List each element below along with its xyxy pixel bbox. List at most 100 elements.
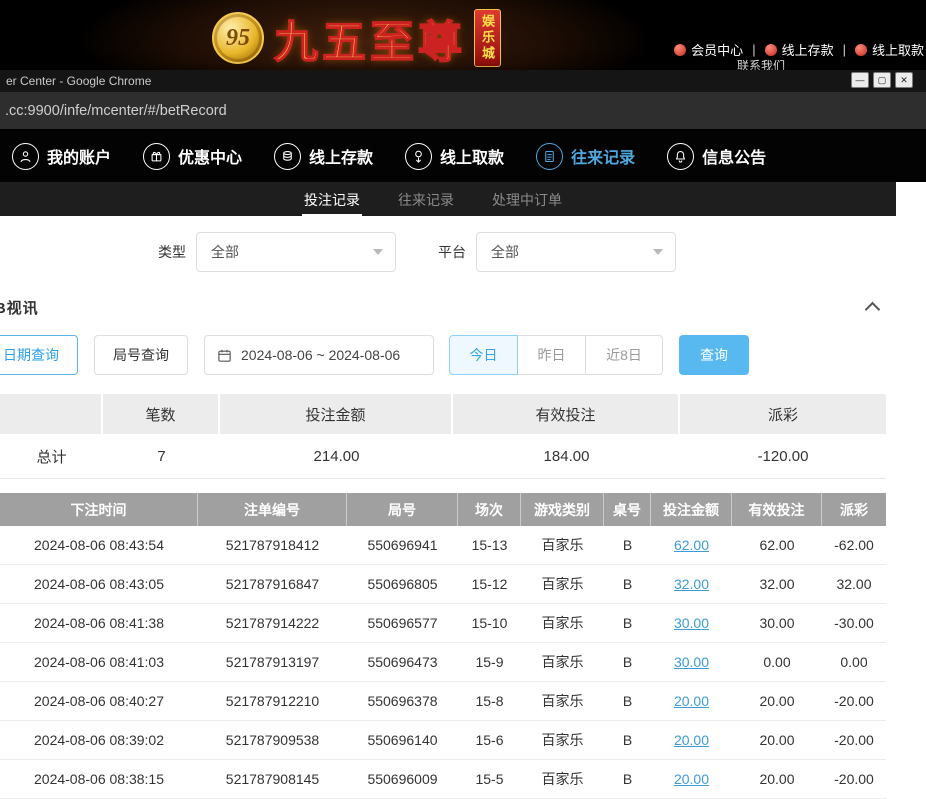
summary-col-blank: [0, 394, 103, 434]
order-no: 521787914222: [198, 604, 347, 642]
url-text: .cc:9900/infe/mcenter/#/betRecord: [5, 103, 227, 119]
game-type: 百家乐: [521, 643, 604, 681]
col-session: 场次: [458, 493, 521, 526]
yesterday-button[interactable]: 昨日: [517, 335, 586, 375]
top-link-member-center[interactable]: 会员中心: [674, 40, 743, 59]
bet-amount-link[interactable]: 32.00: [674, 576, 709, 592]
nav-item-online-withdraw[interactable]: 线上取款: [405, 143, 504, 170]
nav-label: 优惠中心: [178, 144, 242, 168]
nav-item-transaction-records[interactable]: 往来记录: [536, 143, 635, 170]
address-bar[interactable]: .cc:9900/infe/mcenter/#/betRecord: [0, 92, 926, 130]
table-body: 2024-08-06 08:43:54 521787918412 5506969…: [0, 526, 886, 799]
table-no: B: [604, 643, 651, 681]
type-select[interactable]: 全部: [196, 232, 396, 272]
payout: 32.00: [822, 565, 886, 603]
valid-bet: 20.00: [732, 760, 822, 798]
record-tabs: 投注记录 往来记录 处理中订单: [0, 182, 896, 216]
separator: |: [752, 42, 755, 57]
minimize-button[interactable]: —: [851, 72, 869, 88]
nav-item-announcements[interactable]: 信息公告: [667, 143, 766, 170]
chevron-down-icon: [373, 249, 383, 255]
chevron-down-icon: [653, 249, 663, 255]
coin-withdraw-icon: [405, 143, 432, 170]
window-title: er Center - Google Chrome: [6, 74, 151, 88]
col-order-no: 注单编号: [198, 493, 347, 526]
bet-amount-link[interactable]: 62.00: [674, 537, 709, 553]
payout: -20.00: [822, 682, 886, 720]
session: 15-13: [458, 526, 521, 564]
game-type: 百家乐: [521, 565, 604, 603]
table-header: 下注时间 注单编号 局号 场次 游戏类别 桌号 投注金额 有效投注 派彩: [0, 493, 886, 526]
date-range-input[interactable]: 2024-08-06 ~ 2024-08-06: [204, 335, 434, 375]
browser-window: er Center - Google Chrome — ▢ ✕ .cc:9900…: [0, 70, 926, 799]
bet-time: 2024-08-06 08:38:15: [0, 760, 198, 798]
col-bet-time: 下注时间: [0, 493, 198, 526]
game-type: 百家乐: [521, 682, 604, 720]
bet-amount-link[interactable]: 20.00: [674, 771, 709, 787]
session: 15-12: [458, 565, 521, 603]
round-query-button[interactable]: 局号查询: [94, 335, 188, 375]
close-button[interactable]: ✕: [895, 72, 913, 88]
today-button[interactable]: 今日: [449, 335, 518, 375]
table-row: 2024-08-06 08:38:15 521787908145 5506960…: [0, 760, 886, 799]
summary-row: 总计 7 214.00 184.00 -120.00: [0, 434, 886, 479]
valid-bet: 30.00: [732, 604, 822, 642]
valid-bet: 0.00: [732, 643, 822, 681]
type-select-value: 全部: [211, 242, 239, 262]
col-round-no: 局号: [347, 493, 458, 526]
search-button[interactable]: 查询: [679, 335, 749, 375]
col-table-no: 桌号: [604, 493, 651, 526]
logo-badge: 娱乐城: [474, 9, 501, 67]
summary-count-value: 7: [103, 434, 220, 478]
bet-time: 2024-08-06 08:43:05: [0, 565, 198, 603]
game-type: 百家乐: [521, 526, 604, 564]
nav-item-online-deposit[interactable]: 线上存款: [274, 143, 373, 170]
platform-select-value: 全部: [491, 242, 519, 262]
summary-total-label: 总计: [0, 434, 103, 478]
bet-amount-link[interactable]: 30.00: [674, 654, 709, 670]
order-no: 521787913197: [198, 643, 347, 681]
tab-bet-records[interactable]: 投注记录: [302, 182, 362, 216]
section-header: BB视讯: [0, 298, 926, 316]
nav-item-promotions[interactable]: 优惠中心: [143, 143, 242, 170]
summary-bet-amount-value: 214.00: [220, 434, 453, 478]
window-controls: — ▢ ✕: [851, 72, 913, 88]
bet-amount-link[interactable]: 30.00: [674, 615, 709, 631]
top-link-online-withdraw[interactable]: 线上取款: [855, 40, 924, 59]
session: 15-5: [458, 760, 521, 798]
bet-amount-link[interactable]: 20.00: [674, 693, 709, 709]
records-icon: [536, 143, 563, 170]
col-bet-amount: 投注金额: [651, 493, 732, 526]
bet-amount-link[interactable]: 20.00: [674, 732, 709, 748]
payout: -62.00: [822, 526, 886, 564]
maximize-button[interactable]: ▢: [873, 72, 891, 88]
last8days-button[interactable]: 近8日: [585, 335, 663, 375]
logo-coin-icon: 95: [212, 12, 264, 64]
gift-icon: [143, 143, 170, 170]
tab-transaction-records[interactable]: 往来记录: [396, 182, 456, 216]
tab-processing-orders[interactable]: 处理中订单: [490, 182, 564, 216]
top-link-label: 线上存款: [782, 40, 834, 59]
session: 15-8: [458, 682, 521, 720]
top-link-label: 会员中心: [691, 40, 743, 59]
chevron-up-icon[interactable]: [865, 302, 881, 318]
table-no: B: [604, 526, 651, 564]
bet-time: 2024-08-06 08:40:27: [0, 682, 198, 720]
table-no: B: [604, 565, 651, 603]
bell-icon: [667, 143, 694, 170]
top-links: 会员中心 | 线上存款 | 线上取款: [674, 40, 924, 59]
platform-select[interactable]: 全部: [476, 232, 676, 272]
round-no: 550696378: [347, 682, 458, 720]
payout: 0.00: [822, 643, 886, 681]
table-no: B: [604, 760, 651, 798]
payout: -20.00: [822, 760, 886, 798]
section-title: BB视讯: [0, 297, 39, 318]
calendar-icon: [217, 348, 232, 363]
top-link-label: 线上取款: [872, 40, 924, 59]
nav-item-my-account[interactable]: 我的账户: [12, 143, 111, 170]
round-no: 550696140: [347, 721, 458, 759]
summary-header: 笔数 投注金额 有效投注 派彩: [0, 394, 886, 434]
bet-time: 2024-08-06 08:41:03: [0, 643, 198, 681]
date-query-button[interactable]: 日期查询: [0, 335, 78, 375]
separator: |: [843, 42, 846, 57]
